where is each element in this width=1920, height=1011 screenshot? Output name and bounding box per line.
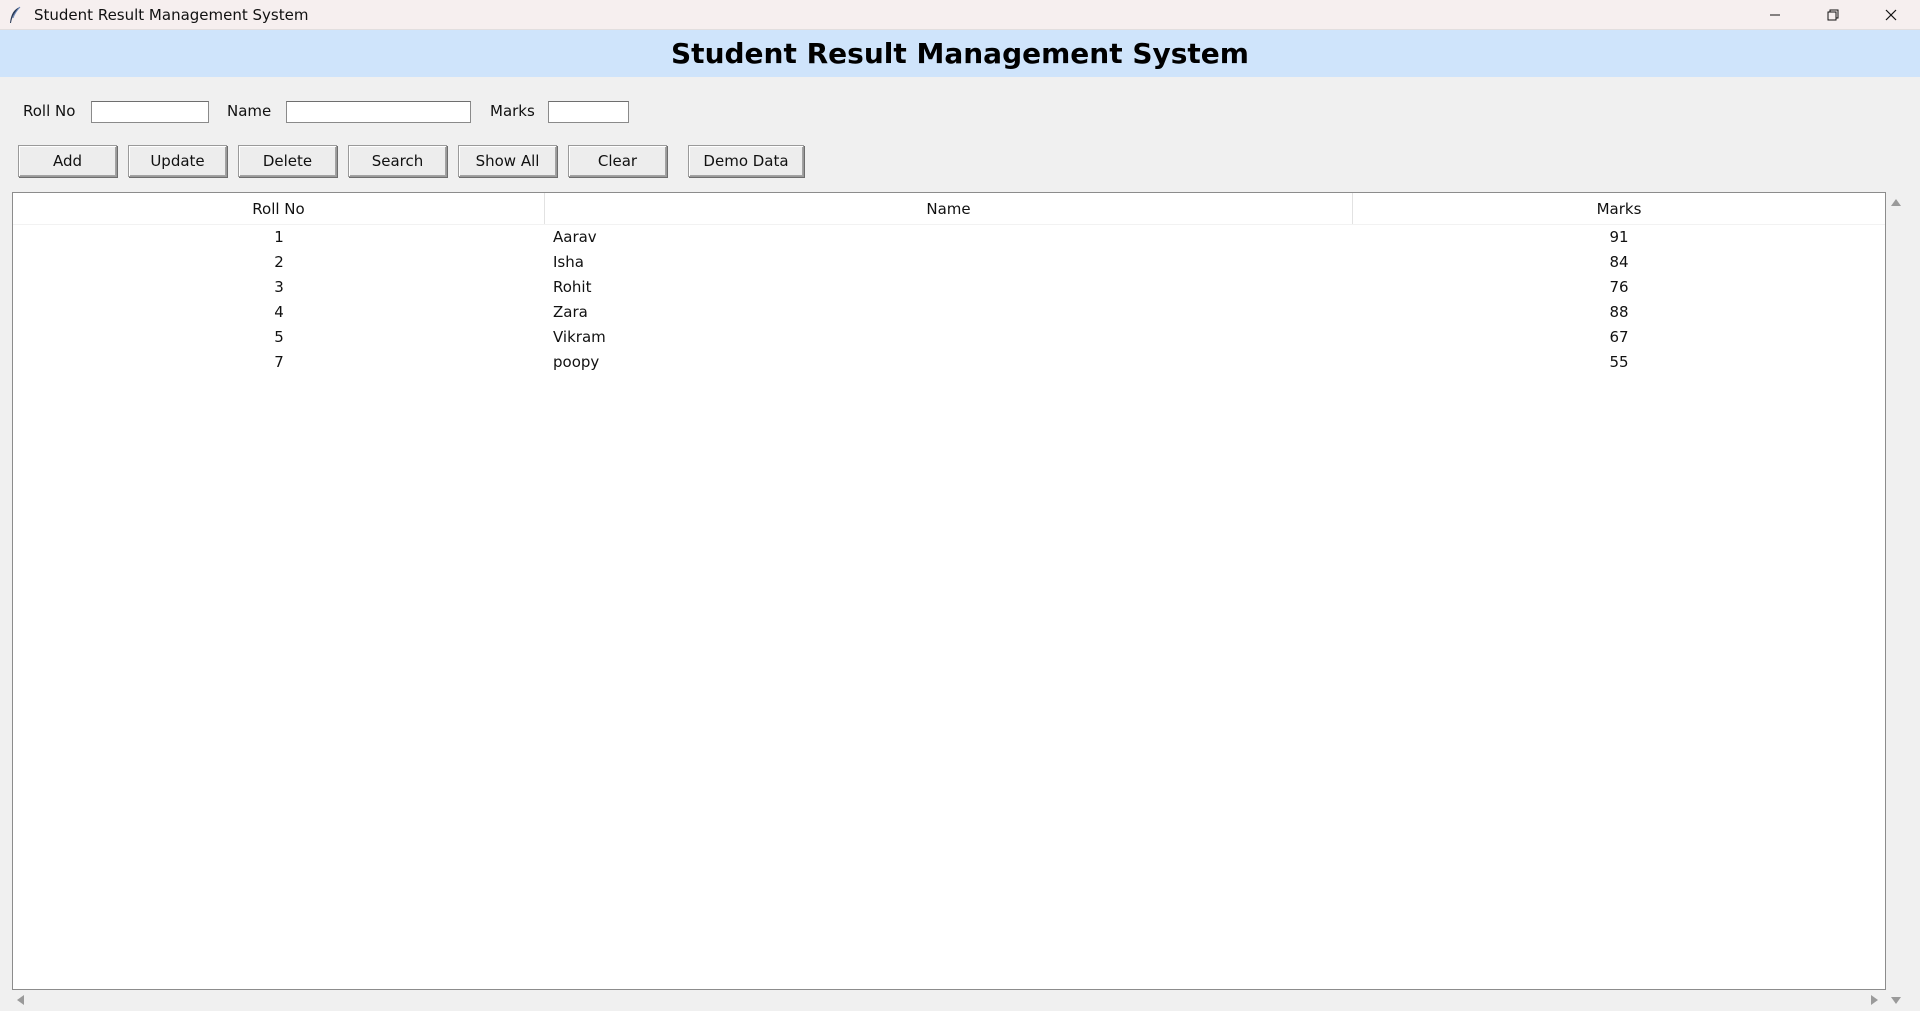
roll-no-label: Roll No [23, 102, 76, 120]
scroll-down-arrow-icon[interactable] [1890, 995, 1902, 1005]
cell-name: Vikram [553, 327, 606, 346]
cell-name: Zara [553, 302, 588, 321]
scroll-up-arrow-icon[interactable] [1890, 198, 1902, 208]
cell-marks: 88 [1609, 302, 1629, 321]
cell-marks: 76 [1609, 277, 1629, 296]
scroll-right-arrow-icon[interactable] [1869, 994, 1879, 1006]
cell-marks: 67 [1609, 327, 1629, 346]
cell-roll-no: 5 [274, 327, 284, 346]
restore-button[interactable] [1804, 0, 1862, 29]
table-body: 1 Aarav 91 2 Isha 84 3 Rohit 76 4 Zara 8… [13, 224, 1885, 374]
cell-roll-no: 3 [274, 277, 284, 296]
header-banner: Student Result Management System [0, 30, 1920, 77]
cell-roll-no: 4 [274, 302, 284, 321]
cell-marks: 91 [1609, 227, 1629, 246]
cell-name: Isha [553, 252, 584, 271]
window-titlebar: Student Result Management System [0, 0, 1920, 30]
table-row[interactable]: 4 Zara 88 [13, 299, 1885, 324]
add-button[interactable]: Add [18, 145, 117, 177]
cell-roll-no: 7 [274, 352, 284, 371]
clear-button[interactable]: Clear [568, 145, 667, 177]
table-row[interactable]: 7 poopy 55 [13, 349, 1885, 374]
search-button[interactable]: Search [348, 145, 447, 177]
show-all-button[interactable]: Show All [458, 145, 557, 177]
cell-name: Aarav [553, 227, 597, 246]
scroll-left-arrow-icon[interactable] [16, 994, 26, 1006]
close-button[interactable] [1862, 0, 1920, 29]
column-header-name[interactable]: Name [545, 193, 1353, 224]
column-header-marks[interactable]: Marks [1353, 193, 1885, 224]
cell-name: Rohit [553, 277, 592, 296]
table-row[interactable]: 5 Vikram 67 [13, 324, 1885, 349]
table-row[interactable]: 1 Aarav 91 [13, 224, 1885, 249]
table-row[interactable]: 3 Rohit 76 [13, 274, 1885, 299]
cell-name: poopy [553, 352, 600, 371]
marks-input[interactable] [548, 101, 629, 123]
marks-label: Marks [490, 102, 535, 120]
roll-no-input[interactable] [91, 101, 209, 123]
cell-marks: 55 [1609, 352, 1629, 371]
table-row[interactable]: 2 Isha 84 [13, 249, 1885, 274]
feather-icon [10, 6, 21, 23]
update-button[interactable]: Update [128, 145, 227, 177]
minimize-button[interactable] [1746, 0, 1804, 29]
table-header: Roll No Name Marks [13, 193, 1885, 225]
cell-roll-no: 1 [274, 227, 284, 246]
cell-marks: 84 [1609, 252, 1629, 271]
results-table[interactable]: Roll No Name Marks 1 Aarav 91 2 Isha 84 … [12, 192, 1886, 990]
demo-data-button[interactable]: Demo Data [688, 145, 804, 177]
page-title: Student Result Management System [671, 37, 1249, 70]
cell-roll-no: 2 [274, 252, 284, 271]
close-icon [1885, 9, 1897, 20]
name-input[interactable] [286, 101, 471, 123]
name-label: Name [227, 102, 272, 120]
minimize-icon [1770, 14, 1780, 15]
column-header-roll-no[interactable]: Roll No [13, 193, 545, 224]
window-title: Student Result Management System [34, 5, 309, 24]
delete-button[interactable]: Delete [238, 145, 337, 177]
restore-icon [1827, 9, 1839, 20]
